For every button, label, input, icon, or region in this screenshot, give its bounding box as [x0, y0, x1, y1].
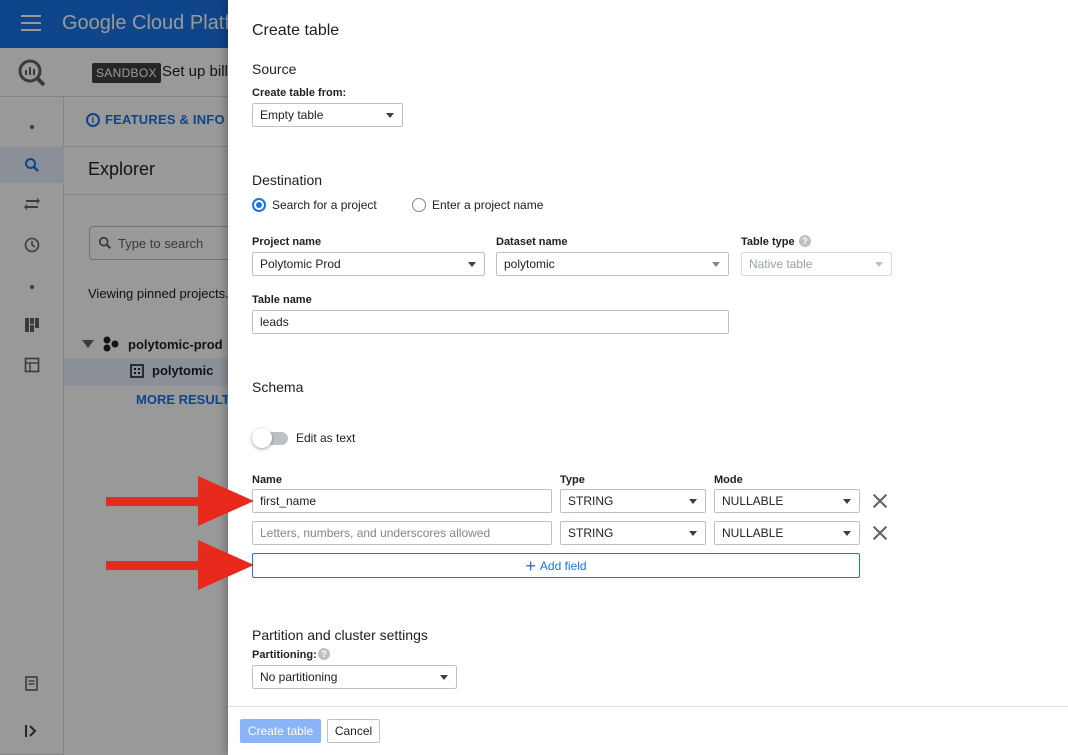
- dataset-name-select[interactable]: polytomic: [496, 252, 729, 276]
- remove-field-icon[interactable]: [872, 525, 888, 541]
- project-name-value: Polytomic Prod: [260, 257, 341, 271]
- dropdown-arrow-icon: [843, 531, 851, 536]
- dropdown-arrow-icon: [712, 262, 720, 267]
- toggle-knob[interactable]: [252, 428, 272, 448]
- cancel-button[interactable]: Cancel: [327, 719, 380, 743]
- radio-enter-project-label[interactable]: Enter a project name: [432, 198, 543, 212]
- field-name-input[interactable]: first_name: [252, 489, 552, 513]
- dropdown-arrow-icon: [843, 499, 851, 504]
- field-mode-value: NULLABLE: [722, 494, 784, 508]
- help-icon[interactable]: ?: [799, 235, 811, 247]
- project-name-select[interactable]: Polytomic Prod: [252, 252, 485, 276]
- field-type-select[interactable]: STRING: [560, 489, 706, 513]
- footer-divider: [228, 706, 1068, 707]
- radio-search-project-label[interactable]: Search for a project: [272, 198, 377, 212]
- annotation-arrow-icon: [106, 476, 254, 526]
- table-type-select: Native table: [741, 252, 892, 276]
- help-icon[interactable]: ?: [318, 648, 330, 660]
- partitioning-label: Partitioning:: [252, 649, 317, 661]
- field-mode-select[interactable]: NULLABLE: [714, 489, 860, 513]
- dropdown-arrow-icon: [386, 113, 394, 118]
- dataset-name-label: Dataset name: [496, 236, 568, 248]
- create-table-button[interactable]: Create table: [240, 719, 321, 743]
- dropdown-arrow-icon: [689, 499, 697, 504]
- create-from-value: Empty table: [260, 108, 324, 122]
- partition-heading: Partition and cluster settings: [252, 627, 428, 643]
- dropdown-arrow-icon: [689, 531, 697, 536]
- dropdown-arrow-icon: [440, 675, 448, 680]
- field-mode-select[interactable]: NULLABLE: [714, 521, 860, 545]
- annotation-arrow-icon: [106, 540, 254, 590]
- table-type-value: Native table: [749, 257, 813, 271]
- create-from-label: Create table from:: [252, 87, 347, 99]
- partitioning-select[interactable]: No partitioning: [252, 665, 457, 689]
- schema-heading: Schema: [252, 379, 304, 395]
- edit-as-text-label: Edit as text: [296, 431, 356, 445]
- create-table-dialog: Create table Source Create table from: E…: [228, 0, 1068, 755]
- field-name-input[interactable]: Letters, numbers, and underscores allowe…: [252, 521, 552, 545]
- radio-enter-project[interactable]: [412, 198, 426, 212]
- destination-heading: Destination: [252, 172, 323, 188]
- column-header-type: Type: [560, 474, 585, 486]
- project-name-label: Project name: [252, 236, 322, 248]
- partitioning-value: No partitioning: [260, 670, 338, 684]
- create-from-select[interactable]: Empty table: [252, 103, 403, 127]
- dataset-name-value: polytomic: [504, 257, 555, 271]
- remove-field-icon[interactable]: [872, 493, 888, 509]
- field-type-select[interactable]: STRING: [560, 521, 706, 545]
- add-field-label: Add field: [539, 558, 587, 573]
- field-type-value: STRING: [568, 526, 614, 540]
- dropdown-arrow-icon: [468, 262, 476, 267]
- column-header-name: Name: [252, 474, 282, 486]
- plus-icon: +: [525, 555, 536, 576]
- source-heading: Source: [252, 61, 297, 77]
- column-header-mode: Mode: [714, 474, 743, 486]
- table-type-label: Table type: [741, 236, 795, 248]
- dropdown-arrow-icon: [875, 262, 883, 267]
- radio-search-project[interactable]: [252, 198, 266, 212]
- field-type-value: STRING: [568, 494, 614, 508]
- add-field-button[interactable]: + Add field: [252, 553, 860, 578]
- table-name-input[interactable]: leads: [252, 310, 729, 334]
- field-mode-value: NULLABLE: [722, 526, 784, 540]
- dialog-title: Create table: [252, 22, 340, 39]
- table-name-label: Table name: [252, 294, 312, 306]
